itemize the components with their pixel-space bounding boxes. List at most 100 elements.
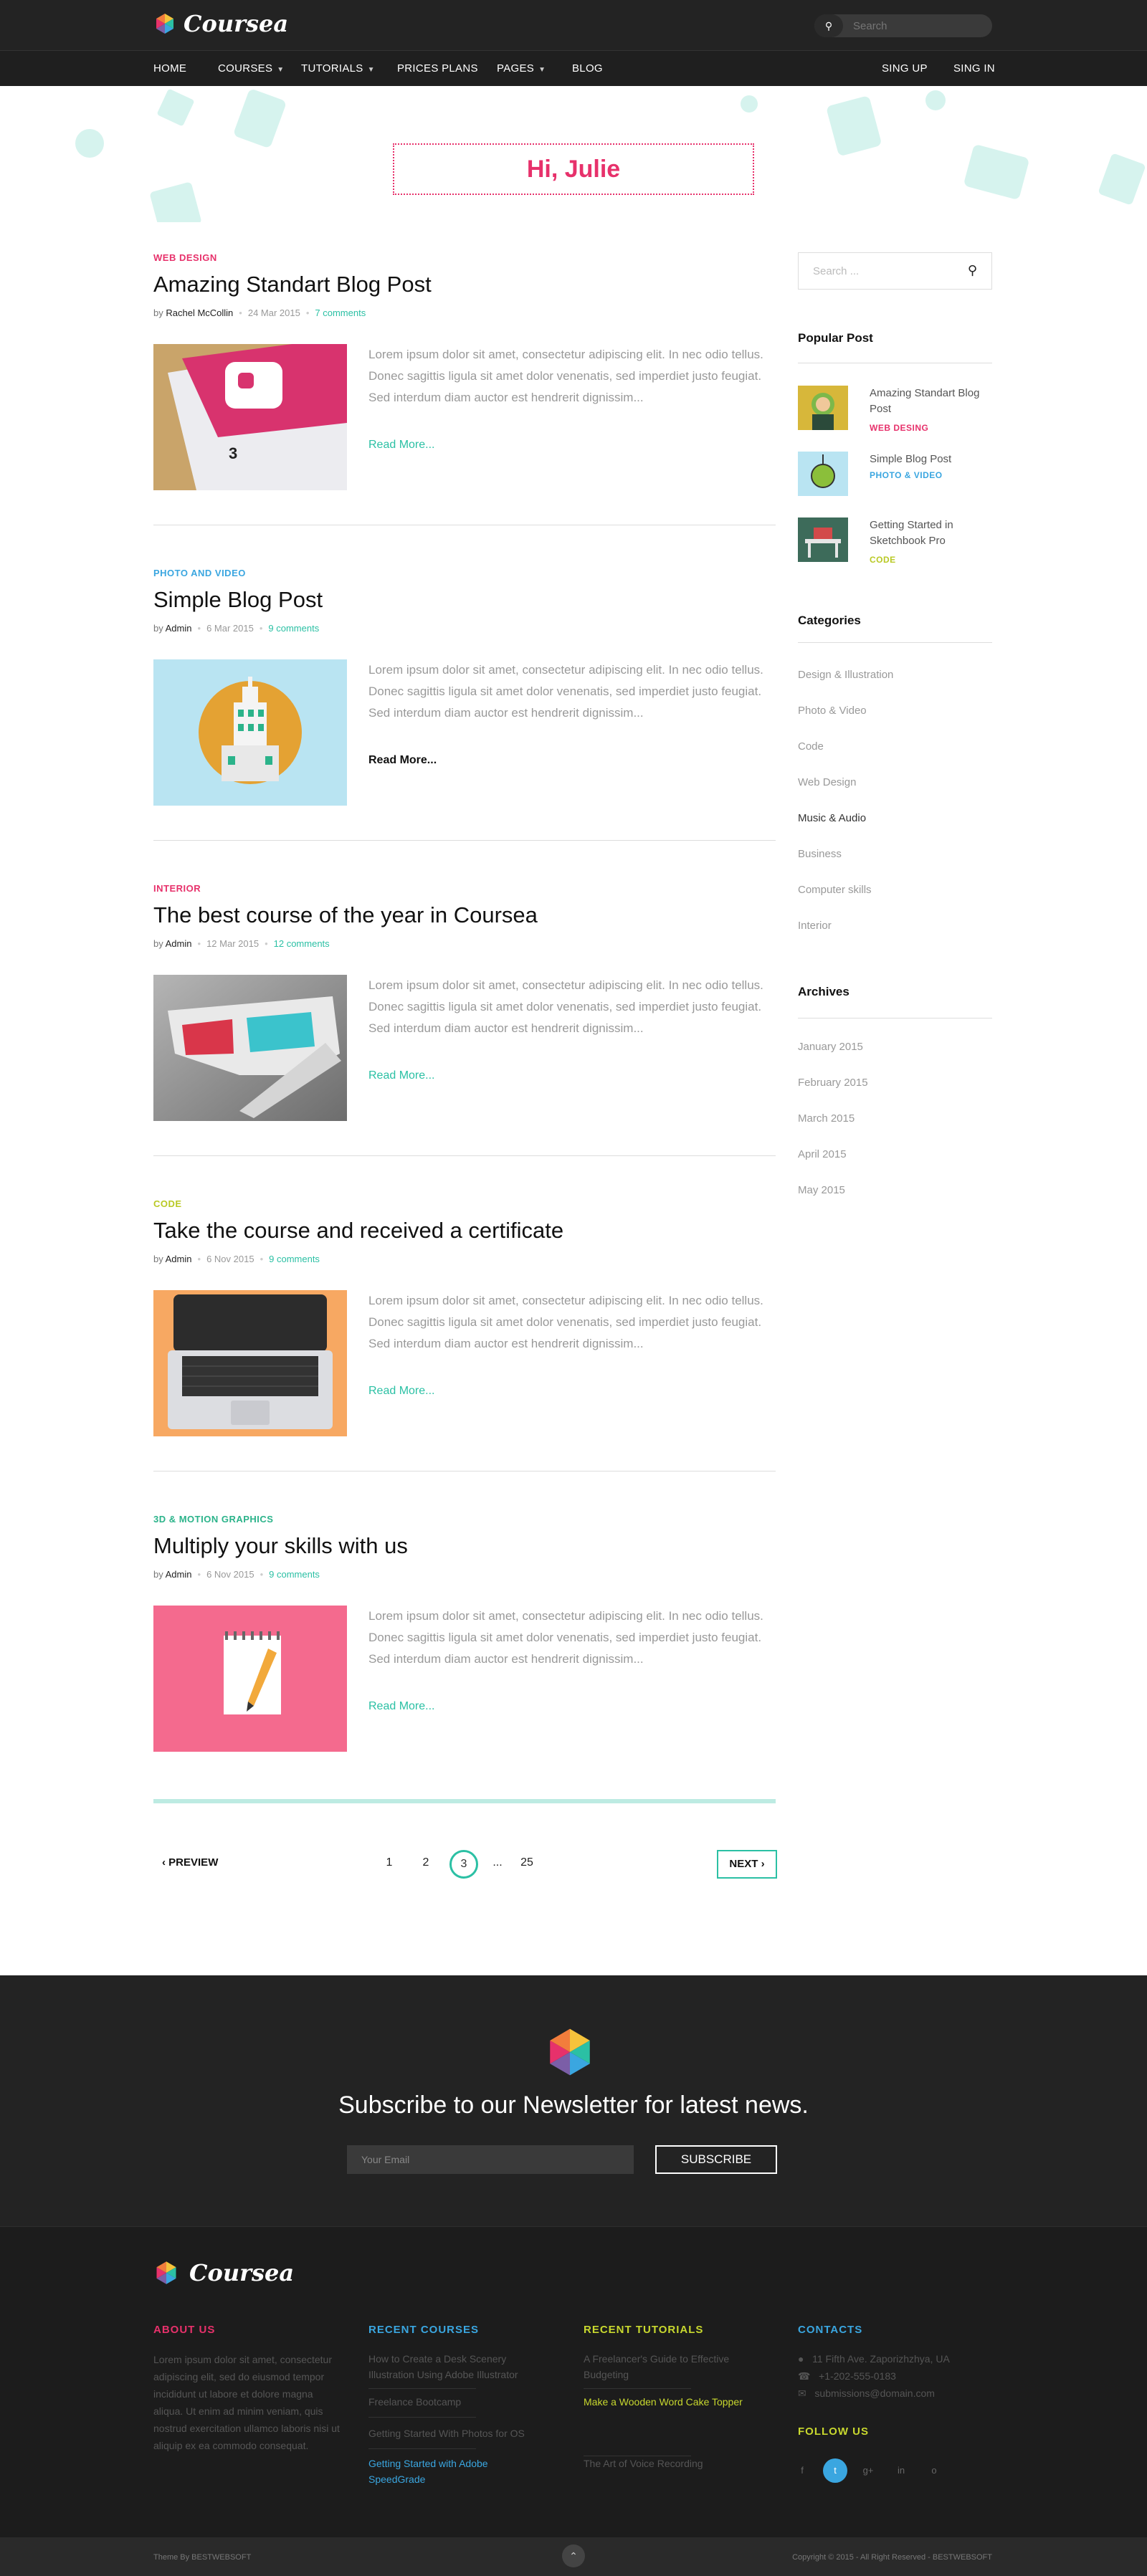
header-search[interactable]: ⚲ <box>814 14 992 37</box>
post-thumbnail[interactable] <box>153 1606 347 1752</box>
dribbble-icon[interactable]: o <box>922 2458 946 2483</box>
category-link[interactable]: Music & Audio <box>798 812 866 824</box>
course-link[interactable]: How to Create a Desk Scenery Illustratio… <box>368 2351 541 2382</box>
nav-sign-up[interactable]: SING UP <box>882 51 928 87</box>
post-author[interactable]: Rachel McCollin <box>166 307 233 318</box>
popular-post-title[interactable]: Getting Started in Sketchbook Pro <box>870 517 991 549</box>
linkedin-icon[interactable]: in <box>889 2458 913 2483</box>
read-more-link[interactable]: Read More... <box>368 439 434 452</box>
category-link[interactable]: Interior <box>798 920 832 932</box>
category-link[interactable]: Business <box>798 848 842 860</box>
tutorial-link[interactable]: The Art of Voice Recording <box>584 2456 756 2471</box>
pin-image <box>798 452 848 496</box>
course-link[interactable]: Freelance Bootcamp <box>368 2394 541 2410</box>
post-title[interactable]: The best course of the year in Coursea <box>153 902 776 928</box>
archive-link[interactable]: February 2015 <box>798 1077 868 1089</box>
nav-blog[interactable]: BLOG <box>572 51 603 87</box>
facebook-icon[interactable]: f <box>790 2458 814 2483</box>
post-comments[interactable]: 9 comments <box>269 1254 320 1264</box>
post-category[interactable]: PHOTO AND VIDEO <box>153 568 776 578</box>
footer-logo[interactable]: Coursea <box>153 2259 294 2286</box>
category-link[interactable]: Web Design <box>798 776 856 788</box>
popular-post-category[interactable]: PHOTO & VIDEO <box>870 470 943 480</box>
post-category[interactable]: 3D & MOTION GRAPHICS <box>153 1514 776 1525</box>
google-plus-icon[interactable]: g+ <box>856 2458 880 2483</box>
search-icon[interactable]: ⚲ <box>814 14 843 37</box>
newsletter-email-input[interactable]: Your Email <box>347 2145 634 2174</box>
nav-courses[interactable]: COURSES ▼ <box>218 51 284 87</box>
prev-page-button[interactable]: ‹ PREVIEW <box>162 1856 218 1869</box>
course-link[interactable]: Getting Started with Adobe SpeedGrade <box>368 2456 541 2487</box>
post-thumbnail[interactable] <box>153 1290 347 1436</box>
category-link[interactable]: Photo & Video <box>798 705 867 717</box>
post-title[interactable]: Simple Blog Post <box>153 587 776 613</box>
popular-post-item[interactable]: Amazing Standart Blog Post WEB DESING <box>798 386 992 436</box>
header-search-input[interactable] <box>843 19 979 32</box>
popular-post-category[interactable]: CODE <box>870 555 896 565</box>
popular-post-item[interactable]: Getting Started in Sketchbook Pro CODE <box>798 517 992 568</box>
read-more-link[interactable]: Read More... <box>368 1069 434 1082</box>
category-link[interactable]: Computer skills <box>798 884 872 896</box>
archives-heading: Archives <box>798 985 849 998</box>
nav-tutorials[interactable]: TUTORIALS ▼ <box>301 51 375 87</box>
archive-link[interactable]: March 2015 <box>798 1112 855 1125</box>
subscribe-button[interactable]: SUBSCRIBE <box>655 2145 777 2174</box>
popular-post-title[interactable]: Simple Blog Post <box>870 452 991 467</box>
post-title[interactable]: Amazing Standart Blog Post <box>153 272 776 297</box>
scroll-top-button[interactable]: ⌃ <box>562 2544 585 2567</box>
post-category[interactable]: CODE <box>153 1198 776 1209</box>
popular-post-category[interactable]: WEB DESING <box>870 423 928 433</box>
post-comments[interactable]: 7 comments <box>315 307 366 318</box>
archive-link[interactable]: January 2015 <box>798 1041 863 1053</box>
post-category[interactable]: INTERIOR <box>153 883 776 894</box>
post-comments[interactable]: 9 comments <box>269 1569 320 1580</box>
twitter-icon[interactable]: t <box>823 2458 847 2483</box>
nav-pages[interactable]: PAGES ▼ <box>497 51 546 87</box>
read-more-link[interactable]: Read More... <box>368 1385 434 1398</box>
chevron-left-icon: ‹ <box>162 1856 169 1869</box>
tutorial-link[interactable]: Make a Wooden Word Cake Topper <box>584 2394 756 2410</box>
post-thumbnail[interactable] <box>153 975 347 1121</box>
post-author[interactable]: Admin <box>166 938 192 949</box>
post-thumbnail[interactable]: 3 <box>153 344 347 490</box>
contact-email[interactable]: ✉ submissions@domain.com <box>798 2385 970 2401</box>
post-comments[interactable]: 12 comments <box>274 938 330 949</box>
read-more-link[interactable]: Read More... <box>368 1700 434 1713</box>
nav-home[interactable]: HOME <box>153 51 186 87</box>
sidebar-search[interactable]: Search ... ⚲ <box>798 252 992 290</box>
course-link[interactable]: Getting Started With Photos for OS <box>368 2425 541 2441</box>
post-title[interactable]: Take the course and received a certifica… <box>153 1218 776 1244</box>
archive-link[interactable]: May 2015 <box>798 1184 845 1196</box>
sidebar-divider <box>798 642 992 643</box>
popular-post-item[interactable]: Simple Blog Post PHOTO & VIDEO <box>798 452 992 502</box>
search-icon[interactable]: ⚲ <box>968 263 977 278</box>
category-link[interactable]: Code <box>798 740 824 753</box>
post-title[interactable]: Multiply your skills with us <box>153 1533 776 1559</box>
prev-label: PREVIEW <box>168 1856 219 1869</box>
popular-post-title[interactable]: Amazing Standart Blog Post <box>870 386 991 417</box>
tutorial-link[interactable]: A Freelancer's Guide to Effective Budget… <box>584 2351 756 2382</box>
page-2[interactable]: 2 <box>411 1856 440 1869</box>
post-thumbnail[interactable] <box>153 659 347 806</box>
post-author[interactable]: Admin <box>166 1569 192 1580</box>
pink-book-image: 3 <box>153 344 347 490</box>
nav-prices-plans[interactable]: PRICES PLANS <box>397 51 478 87</box>
page-1[interactable]: 1 <box>375 1856 404 1869</box>
newsletter-heading: Subscribe to our Newsletter for latest n… <box>338 2091 809 2119</box>
post-comments[interactable]: 9 comments <box>268 623 319 634</box>
sidebar-search-input[interactable]: Search ... <box>813 265 859 277</box>
next-page-button[interactable]: NEXT › <box>717 1850 777 1879</box>
post-category[interactable]: WEB DESIGN <box>153 252 776 263</box>
category-link[interactable]: Design & Illustration <box>798 669 893 681</box>
logo[interactable]: Coursea <box>153 10 288 37</box>
archive-link[interactable]: April 2015 <box>798 1148 847 1160</box>
post-author[interactable]: Admin <box>166 1254 192 1264</box>
read-more-link[interactable]: Read More... <box>368 754 437 767</box>
post-author[interactable]: Admin <box>166 623 192 634</box>
logo-text: Coursea <box>184 10 289 37</box>
nav-sign-in[interactable]: SING IN <box>953 51 995 87</box>
top-bar: Coursea ⚲ <box>0 0 1147 50</box>
page-current[interactable]: 3 <box>449 1850 478 1879</box>
email-text[interactable]: submissions@domain.com <box>814 2387 935 2399</box>
page-25[interactable]: 25 <box>513 1856 541 1869</box>
